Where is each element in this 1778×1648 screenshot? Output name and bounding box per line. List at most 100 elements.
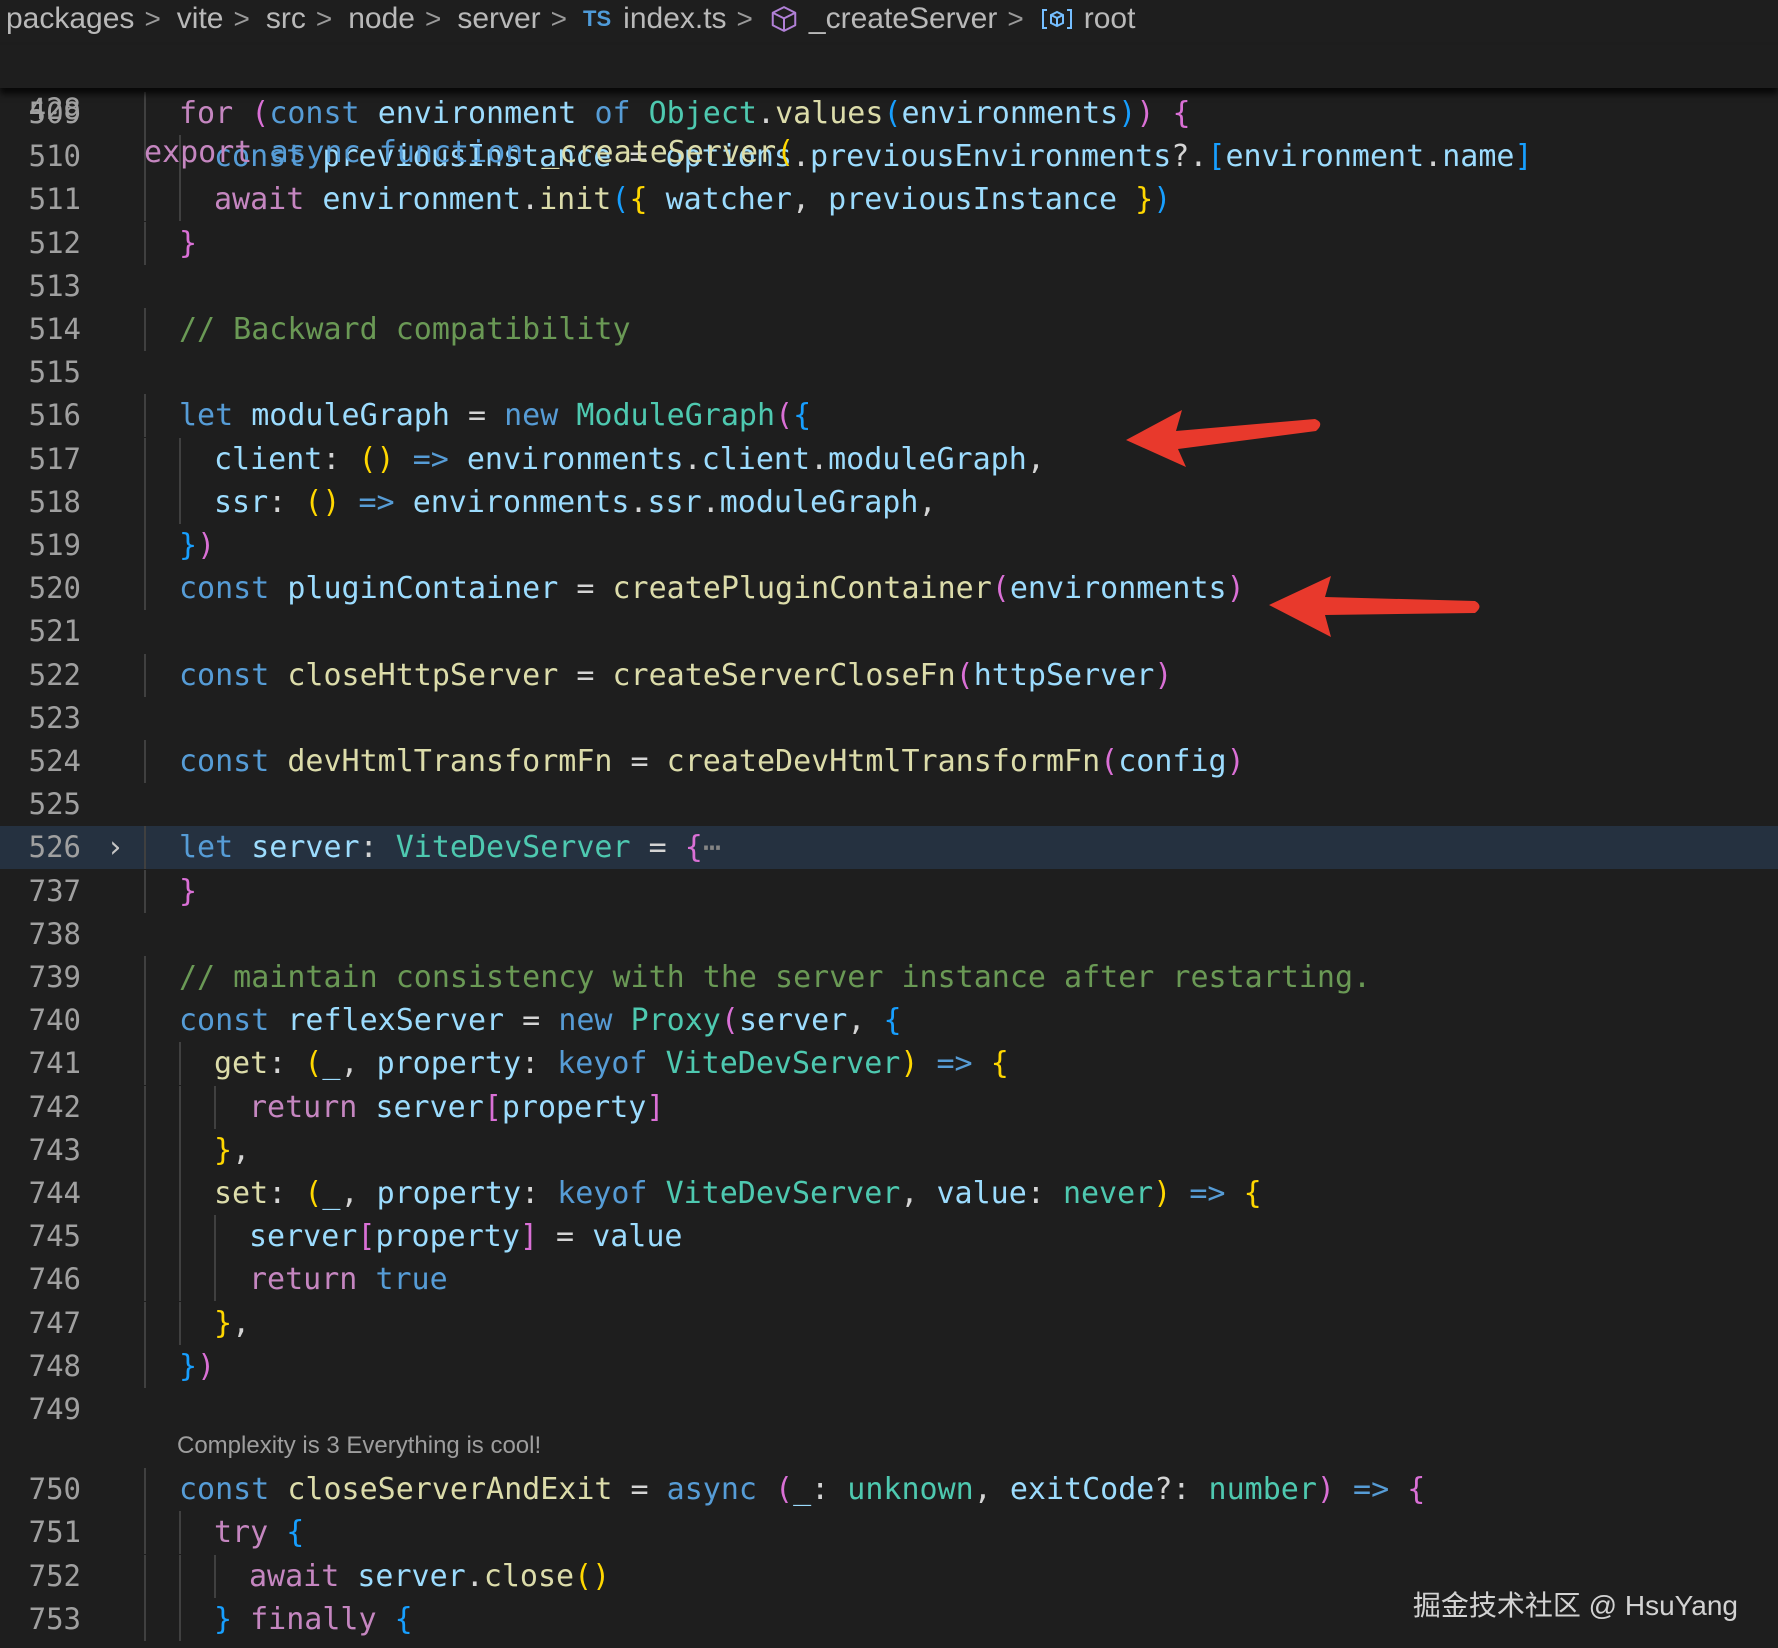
- indent-guide: [144, 740, 146, 783]
- code-line[interactable]: 744 set: (_, property: keyof ViteDevServe…: [0, 1172, 1778, 1215]
- code-line[interactable]: 750 const closeServerAndExit = async (_: …: [0, 1468, 1778, 1512]
- breadcrumb-item-file[interactable]: TS index.ts: [577, 2, 727, 36]
- line-number: 515: [28, 355, 81, 390]
- code-line[interactable]: 519}): [0, 524, 1778, 567]
- code-token: name: [1442, 139, 1515, 175]
- code-line[interactable]: 525: [0, 783, 1778, 826]
- code-token: reflexServer: [287, 1003, 505, 1039]
- code-line[interactable]: 522 const closeHttpServer = createServerC…: [0, 653, 1778, 697]
- indent-guide: [179, 1215, 181, 1259]
- code-line[interactable]: 738: [0, 913, 1778, 956]
- breadcrumb-item-variable[interactable]: root: [1034, 2, 1135, 36]
- code-token: =: [504, 1003, 559, 1039]
- line-number: 749: [28, 1392, 81, 1426]
- line-content: let moduleGraph = new ModuleGraph({: [179, 394, 811, 437]
- code-line[interactable]: 745 server[property] = value: [0, 1215, 1778, 1259]
- code-token: property: [376, 1046, 522, 1082]
- line-content: await environment.init({ watcher, previo…: [214, 178, 1171, 221]
- code-line[interactable]: 524 const devHtmlTransformFn = createDevH…: [0, 740, 1778, 783]
- codelens-complexity[interactable]: Complexity is 3 Everything is cool!: [177, 1432, 541, 1460]
- code-line[interactable]: 741 get: (_, property: keyof ViteDevServe…: [0, 1042, 1778, 1086]
- line-number: 513: [28, 268, 81, 303]
- code-token: ViteDevServer: [395, 830, 631, 866]
- code-token: watcher: [665, 182, 792, 218]
- line-content: const devHtmlTransformFn = createDevHtml…: [179, 740, 1245, 783]
- line-number: 752: [28, 1558, 81, 1593]
- code-line[interactable]: 747},: [0, 1301, 1778, 1345]
- code-line[interactable]: 515: [0, 351, 1778, 394]
- line-number: 518: [28, 484, 81, 519]
- indent-guide: [179, 480, 181, 524]
- code-line[interactable]: 521: [0, 610, 1778, 653]
- code-token: let: [179, 398, 234, 434]
- line-content: return server[property]: [249, 1086, 664, 1129]
- code-token: moduleGraph: [251, 398, 450, 434]
- code-token: .: [683, 441, 702, 477]
- code-token: {: [1243, 1176, 1262, 1211]
- breadcrumb-item-function[interactable]: _createServer: [763, 2, 997, 36]
- code-line[interactable]: 740 const reflexServer = new Proxy(server…: [0, 999, 1778, 1043]
- fold-chevron-icon[interactable]: ›: [106, 826, 124, 869]
- code-line[interactable]: 516 let moduleGraph = new ModuleGraph({: [0, 394, 1778, 438]
- chevron-right-icon: >: [1007, 3, 1024, 34]
- code-line[interactable]: 737}: [0, 869, 1778, 913]
- code-line[interactable]: 512}: [0, 221, 1778, 265]
- code-token: }: [179, 528, 198, 563]
- code-token: }: [179, 873, 198, 909]
- line-number: 519: [28, 528, 81, 562]
- indent-guide: [144, 178, 146, 222]
- code-token: async: [666, 1472, 757, 1508]
- code-token: _createServer: [541, 135, 777, 170]
- sticky-code-line[interactable]: 428 export async function _createServer(: [0, 45, 1778, 170]
- code-line[interactable]: 749: [0, 1388, 1778, 1431]
- code-token: (): [574, 1558, 611, 1594]
- code-line[interactable]: 511 await environment.init({ watcher, pre…: [0, 178, 1778, 222]
- code-token: config: [1118, 744, 1227, 779]
- code-line[interactable]: 746 return true: [0, 1258, 1778, 1302]
- sticky-scroll-header[interactable]: 428 export async function _createServer(: [0, 45, 1778, 170]
- indent-guide: [179, 1172, 181, 1215]
- breadcrumb-item-vite[interactable]: vite: [171, 2, 224, 36]
- code-line[interactable]: 518 ssr: () => environments.ssr.moduleGra…: [0, 480, 1778, 524]
- code-token: (): [358, 441, 395, 477]
- code-line[interactable]: 513: [0, 265, 1778, 308]
- code-token: get: [214, 1046, 269, 1082]
- code-line[interactable]: 514 // Backward compatibility: [0, 308, 1778, 351]
- code-line[interactable]: 520 const pluginContainer = createPluginC…: [0, 567, 1778, 611]
- code-line[interactable]: 748}): [0, 1344, 1778, 1388]
- code-line[interactable]: 739 // maintain consistency with the serv…: [0, 956, 1778, 999]
- code-line[interactable]: 743},: [0, 1128, 1778, 1172]
- code-line[interactable]: 526 › let server: ViteDevServer = {⋯: [0, 826, 1778, 870]
- code-token: (: [251, 96, 270, 131]
- breadcrumb-item-node[interactable]: node: [342, 2, 415, 36]
- indent-guide: [144, 1042, 146, 1086]
- indent-guide: [214, 1554, 216, 1598]
- breadcrumb-item-packages[interactable]: packages: [0, 2, 134, 36]
- line-content: const reflexServer = new Proxy(server, {: [179, 999, 902, 1042]
- breadcrumb-item-server[interactable]: server: [451, 2, 540, 36]
- code-token: =>: [1353, 1472, 1390, 1508]
- code-token: =: [612, 1472, 667, 1508]
- code-line[interactable]: 751 try {: [0, 1511, 1778, 1555]
- code-token: (: [955, 657, 974, 693]
- breadcrumb-item-src[interactable]: src: [260, 2, 306, 36]
- code-line[interactable]: 517 client: () => environments.client.mod…: [0, 437, 1778, 481]
- line-number: 739: [28, 960, 81, 994]
- code-token: [: [483, 1089, 502, 1125]
- code-line[interactable]: 742 return server[property]: [0, 1085, 1778, 1129]
- line-number: 512: [28, 225, 81, 260]
- code-line[interactable]: 523: [0, 697, 1778, 740]
- code-line[interactable]: 509 for (const environment of Object.valu…: [0, 92, 1778, 135]
